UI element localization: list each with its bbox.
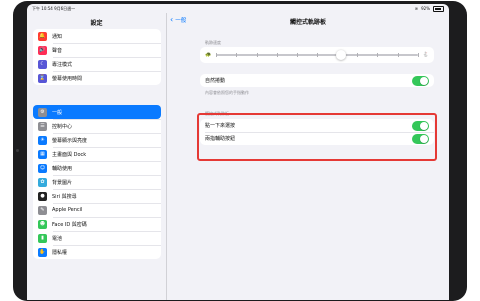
sidebar-item[interactable]: ☾ 專注模式 <box>33 57 161 71</box>
sidebar-item[interactable]: ✋ 隱私權 <box>33 245 161 259</box>
sidebar-item[interactable]: 🔊 聲音 <box>33 43 161 57</box>
natural-scrolling-footer: 內容會依照您的手指動作 <box>205 90 249 95</box>
sidebar-item[interactable]: ☰ 控制中心 <box>33 119 161 133</box>
slider-tick <box>377 53 379 57</box>
sidebar-item-label: 專注模式 <box>52 61 73 68</box>
slider-tick <box>296 53 298 57</box>
sidebar-item-label: 控制中心 <box>52 123 73 130</box>
sidebar-item[interactable]: ☺ 輔助使用 <box>33 161 161 175</box>
sidebar-title: 設定 <box>90 20 103 27</box>
sidebar-item-label: 主畫面與 Dock <box>52 151 87 158</box>
faceid-icon: ☻ <box>38 219 47 229</box>
sidebar-item[interactable]: ▦ 主畫面與 Dock <box>33 147 161 161</box>
sidebar-item-label: 通知 <box>52 33 63 40</box>
sidebar-item[interactable]: ▮ 電池 <box>33 231 161 245</box>
front-camera <box>16 149 19 152</box>
status-time: 下午 10:54 9月6日週一 <box>32 5 76 11</box>
brightness-icon: ☀ <box>38 135 47 145</box>
sidebar-item-label: 背景圖片 <box>52 179 73 186</box>
page-title: 觸控式軌跡板 <box>289 19 326 26</box>
sidebar-item-label: 輔助使用 <box>52 165 73 172</box>
highlight-box <box>197 113 437 161</box>
screen: 下午 10:54 9月6日週一 ≋ 92% 設定 🔔 通知 🔊 聲音 ☾ 專注模式 ⌛ 螢幕使… <box>27 4 449 300</box>
hand-icon: ✋ <box>38 247 47 257</box>
rabbit-icon: 🐇 <box>422 52 429 58</box>
tracking-speed-header: 軌跡速度 <box>205 40 221 45</box>
tracking-speed-card: 🐢 🐇 <box>200 47 434 63</box>
sidebar-item[interactable]: 🔔 通知 <box>33 29 161 43</box>
sidebar-item[interactable]: ☻ Face ID 與密碼 <box>33 217 161 231</box>
slider-tick <box>317 53 318 57</box>
natural-scrolling-toggle[interactable] <box>412 75 429 86</box>
turtle-icon: 🐢 <box>205 52 212 58</box>
moon-icon: ☾ <box>38 59 47 69</box>
tracking-speed-row: 🐢 🐇 <box>200 47 434 63</box>
battery-percent: 92% <box>421 6 430 11</box>
wifi-icon: ≋ <box>414 6 419 11</box>
sidebar-group-general: ⚙ 一般 ☰ 控制中心 ☀ 螢幕顯示與亮度 ▦ 主畫面與 Dock ☺ 輔助使用 ✿ 背景圖片 ● Sir… <box>33 105 161 259</box>
battery-icon <box>433 5 444 12</box>
siri-icon: ● <box>38 191 47 201</box>
natural-scrolling-label: 自然捲動 <box>205 78 226 84</box>
sidebar-item-label: 一般 <box>52 109 63 116</box>
navigation-bar: ‹ 一般 觸控式軌跡板 <box>167 13 449 27</box>
slider-tick <box>276 53 278 57</box>
slider-tick <box>357 53 358 57</box>
sidebar-item-label: Siri 與搜尋 <box>52 193 77 200</box>
flower-icon: ✿ <box>38 177 47 187</box>
natural-scrolling-row: 自然捲動 <box>200 74 434 87</box>
settings-sidebar: 設定 🔔 通知 🔊 聲音 ☾ 專注模式 ⌛ 螢幕使用時間 ⚙ 一般 ☰ 控制中心 ☀ 螢幕顯示與亮度 ▦ 主… <box>27 13 167 300</box>
gear-icon: ⚙ <box>38 107 47 117</box>
sidebar-item[interactable]: ☀ 螢幕顯示與亮度 <box>33 133 161 147</box>
sidebar-item-label: 電池 <box>52 235 63 242</box>
sidebar-item-label: Apple Pencil <box>52 207 83 213</box>
natural-scrolling-card: 自然捲動 <box>200 74 434 87</box>
status-bar: 下午 10:54 9月6日週一 ≋ 92% <box>27 4 449 13</box>
slider-tick <box>417 53 419 57</box>
sidebar-item[interactable]: ⚙ 一般 <box>33 105 161 119</box>
sidebar-item-label: 隱私權 <box>52 249 68 256</box>
sidebar-item[interactable]: ⌛ 螢幕使用時間 <box>33 71 161 85</box>
sidebar-item[interactable]: ✿ 背景圖片 <box>33 175 161 189</box>
battery-icon: ▮ <box>38 233 47 243</box>
tracking-speed-slider[interactable] <box>216 50 419 60</box>
slider-thumb[interactable] <box>336 50 347 60</box>
slider-tick <box>256 53 258 57</box>
grid-icon: ▦ <box>38 149 47 159</box>
speaker-icon: 🔊 <box>38 45 47 55</box>
slider-tick <box>236 53 237 57</box>
sidebar-item-label: 螢幕使用時間 <box>52 75 83 82</box>
sidebar-item-label: Face ID 與密碼 <box>52 221 87 228</box>
hourglass-icon: ⌛ <box>38 73 47 83</box>
bell-icon: 🔔 <box>38 31 47 41</box>
sidebar-group-notifications: 🔔 通知 🔊 聲音 ☾ 專注模式 ⌛ 螢幕使用時間 <box>33 29 161 85</box>
toggles-icon: ☰ <box>38 121 47 131</box>
slider-tick <box>397 53 399 57</box>
sidebar-item[interactable]: ✎ Apple Pencil <box>33 203 161 217</box>
detail-pane: ‹ 一般 觸控式軌跡板 軌跡速度 🐢 🐇 自然捲動 內容會依照您的手指動作 觸控… <box>167 13 449 300</box>
sidebar-item[interactable]: ● Siri 與搜尋 <box>33 189 161 203</box>
accessibility-icon: ☺ <box>38 163 47 173</box>
pencil-icon: ✎ <box>38 205 47 215</box>
sidebar-item-label: 聲音 <box>52 47 63 54</box>
sidebar-item-label: 螢幕顯示與亮度 <box>52 137 88 144</box>
slider-tick <box>216 53 217 57</box>
